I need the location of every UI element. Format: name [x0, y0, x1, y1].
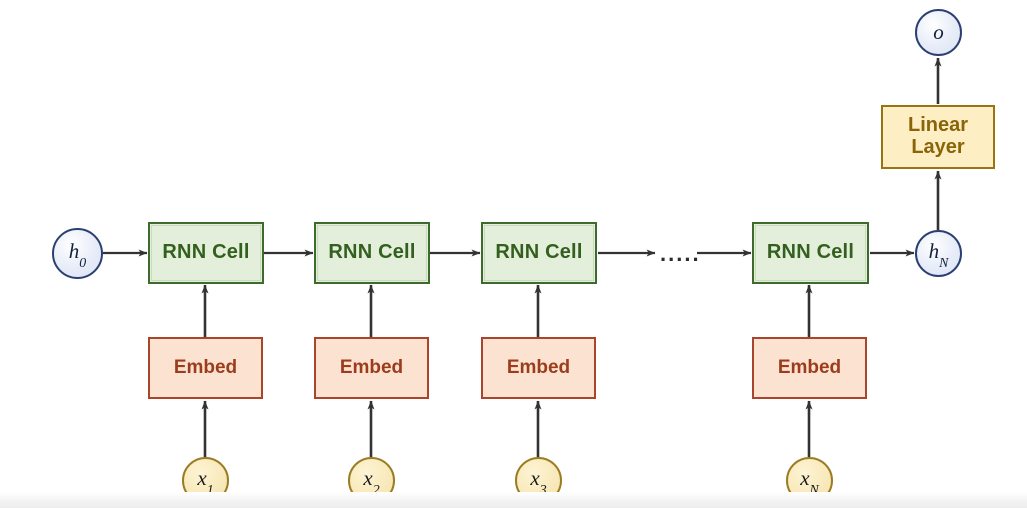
- input-xn-label: xN: [800, 465, 819, 498]
- rnn-cell-1[interactable]: RNN Cell: [148, 222, 264, 284]
- linear-layer-label-line2: Layer: [911, 136, 965, 158]
- output-label: o: [933, 20, 944, 45]
- embed-box-2-label: Embed: [339, 356, 404, 378]
- rnn-cell-2-label: RNN Cell: [328, 241, 416, 264]
- rnn-cell-2[interactable]: RNN Cell: [314, 222, 430, 284]
- hidden-state-h0-subscript: 0: [79, 255, 87, 271]
- embed-box-1[interactable]: Embed: [148, 337, 263, 399]
- linear-layer-box[interactable]: Linear Layer: [881, 105, 995, 169]
- input-x2-label: x2: [363, 465, 380, 498]
- hidden-state-hn-subscript: N: [939, 255, 949, 271]
- embed-box-3[interactable]: Embed: [481, 337, 596, 399]
- embed-box-3-label: Embed: [506, 356, 571, 378]
- bottom-gradient-strip: [0, 492, 1027, 508]
- ellipsis-label: .....: [660, 241, 701, 266]
- rnn-cell-n-label: RNN Cell: [766, 241, 855, 264]
- hidden-state-hn-label: hN: [928, 238, 949, 271]
- rnn-cell-3-label: RNN Cell: [495, 241, 583, 264]
- rnn-cell-n[interactable]: RNN Cell: [752, 222, 869, 284]
- input-x1-label: x1: [197, 465, 214, 498]
- embed-box-n-label: Embed: [777, 356, 842, 378]
- linear-layer-label-line1: Linear: [907, 114, 969, 137]
- hidden-state-h0-node[interactable]: h0: [52, 228, 103, 279]
- output-node[interactable]: o: [915, 9, 962, 56]
- input-x3-label: x3: [530, 465, 547, 498]
- rnn-cell-1-label: RNN Cell: [162, 241, 250, 264]
- ellipsis: .....: [660, 243, 700, 265]
- embed-box-n[interactable]: Embed: [752, 337, 867, 399]
- diagram-canvas: h0 RNN Cell RNN Cell RNN Cell RNN Cell .…: [0, 0, 1027, 508]
- embed-box-1-label: Embed: [173, 356, 238, 378]
- hidden-state-hn-node[interactable]: hN: [915, 230, 962, 277]
- hidden-state-h0-label: h0: [68, 238, 87, 271]
- rnn-cell-3[interactable]: RNN Cell: [481, 222, 597, 284]
- embed-box-2[interactable]: Embed: [314, 337, 429, 399]
